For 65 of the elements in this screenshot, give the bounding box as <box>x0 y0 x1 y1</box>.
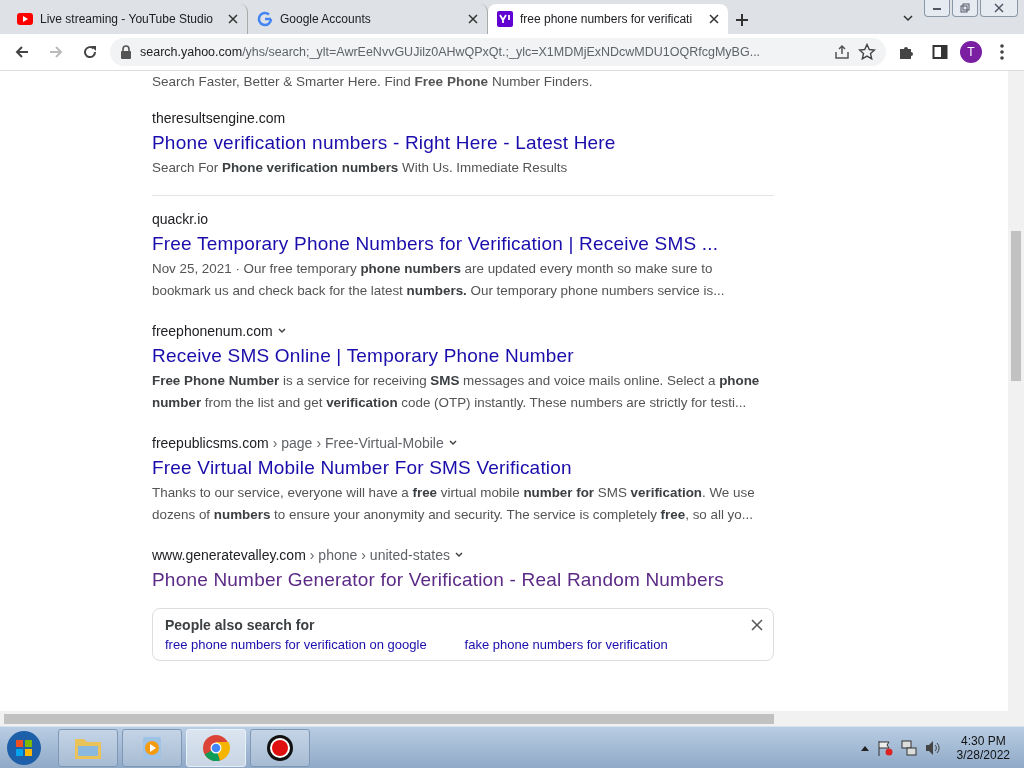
close-icon[interactable] <box>709 14 719 24</box>
breadcrumb-text: › phone <box>309 546 358 564</box>
result-snippet: Free Phone Number is a service for receiving SMS messages and voice mails online. Select a phone number from the list and get verification code (OTP) instantly. These numbers are strictly for testi... <box>152 372 761 412</box>
result-title-link[interactable]: Free Temporary Phone Numbers for Verification | Receive SMS ... <box>152 232 719 256</box>
network-icon[interactable] <box>900 739 917 756</box>
address-bar[interactable]: search.yahoo.com/yhs/search;_ylt=AwrEeNvvGUJilz0AHwQPxQt.;_ylc=X1MDMjExNDcwMDU1OQRfcgMyBG... <box>110 38 886 66</box>
g-logo-icon <box>257 11 273 27</box>
card-heading: People also search for <box>165 617 315 633</box>
taskbar-button[interactable] <box>250 728 310 767</box>
result-title-link[interactable]: Phone Number Generator for Verification - Real Random Numbers <box>152 568 724 592</box>
flag-icon[interactable] <box>876 739 893 756</box>
browser-tab[interactable]: Live streaming - YouTube Studio <box>8 4 248 34</box>
chevron-down-icon[interactable] <box>276 326 287 336</box>
result-domain: theresultsengine.com <box>152 109 286 127</box>
close-button[interactable] <box>980 0 1018 17</box>
plus-icon[interactable] <box>735 13 749 27</box>
breadcrumb-text: › page <box>272 434 313 452</box>
clock-date: 3/28/2022 <box>956 747 1010 762</box>
chevron-down-icon[interactable] <box>447 438 458 448</box>
profile-avatar[interactable]: T <box>960 41 982 63</box>
breadcrumb-text: › united-states <box>361 546 450 564</box>
star-icon[interactable] <box>858 43 876 61</box>
browser-tab[interactable]: free phone numbers for verificati <box>488 4 728 34</box>
close-icon[interactable] <box>228 14 238 24</box>
result-domain: www.generatevalley.com <box>152 546 306 564</box>
result-title-link[interactable]: Free Virtual Mobile Number For SMS Verification <box>152 456 572 480</box>
vertical-scrollbar[interactable] <box>1008 71 1024 711</box>
breadcrumb-text: › Free-Virtual-Mobile <box>316 434 444 452</box>
chrome-icon <box>202 733 230 762</box>
share-icon[interactable] <box>834 44 850 60</box>
speaker-icon[interactable] <box>924 739 941 756</box>
y-logo-icon <box>497 11 513 27</box>
play-logo-icon <box>17 13 33 25</box>
puzzle-icon[interactable] <box>898 44 914 60</box>
close-icon[interactable] <box>468 14 478 24</box>
result-snippet: Nov 25, 2021 · Our free temporary phone numbers are updated every month so make sure to bookmark us and check back for the latest numbers. Our temporary phone numbers service is... <box>152 260 726 300</box>
result-title-link[interactable]: Phone verification numbers - Right Here - Latest Here <box>152 131 616 155</box>
record-icon <box>266 733 294 762</box>
result-snippet: Search For Phone verification numbers With Us. Immediate Results <box>152 159 569 177</box>
restore-icon <box>960 3 970 13</box>
chevron-down-icon[interactable] <box>902 12 914 24</box>
result-snippet: Thanks to our service, everyone will have a free virtual mobile number for SMS verification. We use dozens of numbers to ensure your anonymity and security. The service is completely free, so all yo... <box>152 484 756 524</box>
start-button[interactable] <box>6 729 42 766</box>
caret-up-icon[interactable] <box>860 744 869 751</box>
minimize-icon <box>932 5 942 11</box>
result-domain: freepublicsms.com <box>152 434 269 452</box>
result-domain: quackr.io <box>152 210 209 228</box>
lock-icon <box>120 45 132 59</box>
close-icon[interactable] <box>751 619 763 631</box>
side-panel-icon[interactable] <box>932 44 948 60</box>
result-snippet: Search Faster, Better & Smarter Here. Find Free Phone Number Finders. <box>152 73 594 91</box>
clock-time: 4:30 PM <box>960 733 1006 748</box>
more-icon[interactable] <box>1000 44 1004 60</box>
chevron-down-icon[interactable] <box>454 550 464 560</box>
result-domain: freephonenum.com <box>152 322 273 340</box>
related-search-link[interactable]: fake phone numbers for verification <box>464 637 668 652</box>
restore-button[interactable] <box>952 0 978 17</box>
related-search-link[interactable]: free phone numbers for verification on google <box>165 637 427 652</box>
horizontal-scrollbar[interactable] <box>0 711 1024 726</box>
close-icon <box>994 3 1004 13</box>
result-title-link[interactable]: Receive SMS Online | Temporary Phone Number <box>152 344 574 368</box>
reload-icon[interactable] <box>82 44 98 60</box>
clock[interactable]: 4:30 PM 3/28/2022 <box>948 733 1018 762</box>
minimize-button[interactable] <box>924 0 950 17</box>
back-arrow-icon[interactable] <box>14 44 30 60</box>
